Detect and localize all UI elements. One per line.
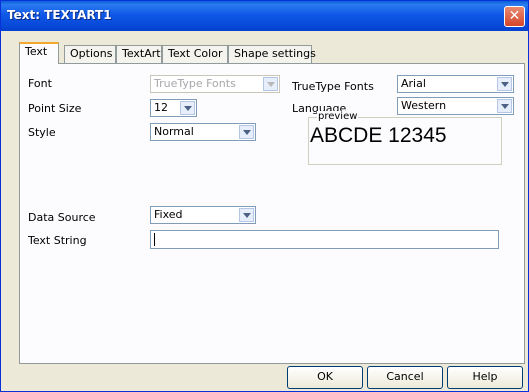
font-select-value: TrueType Fonts — [154, 77, 236, 90]
text-string-label: Text String — [28, 234, 87, 247]
truetype-font-select[interactable]: Arial — [397, 75, 514, 93]
language-select[interactable]: Western — [397, 97, 514, 115]
tab-shape-settings[interactable]: Shape settings — [228, 45, 316, 63]
cancel-button[interactable]: Cancel — [367, 366, 443, 389]
language-select-value: Western — [401, 99, 447, 112]
help-button[interactable]: Help — [447, 366, 523, 389]
text-string-input[interactable] — [150, 230, 499, 249]
point-size-select[interactable]: 12 — [150, 99, 197, 117]
preview-sample-text: ABCDE 12345 — [310, 124, 447, 147]
data-source-select-value: Fixed — [154, 208, 183, 221]
text-caret — [154, 233, 155, 246]
chevron-down-icon — [263, 77, 278, 91]
dialog-window: Text: TEXTART1 ✕ Text Options TextArt Te… — [0, 0, 529, 392]
point-size-select-value: 12 — [154, 101, 168, 114]
point-size-label: Point Size — [28, 102, 82, 115]
tab-textart[interactable]: TextArt — [116, 45, 162, 63]
data-source-label: Data Source — [28, 211, 96, 224]
tab-text[interactable]: Text — [19, 42, 59, 64]
truetype-fonts-label: TrueType Fonts — [292, 80, 374, 93]
tab-panel: Font TrueType Fonts TrueType Fonts Arial… — [19, 63, 525, 364]
chevron-down-icon[interactable] — [497, 77, 512, 91]
chevron-down-icon[interactable] — [180, 101, 195, 115]
preview-legend: preview — [317, 111, 359, 122]
tab-options[interactable]: Options — [64, 45, 116, 63]
data-source-select[interactable]: Fixed — [150, 206, 256, 224]
style-select[interactable]: Normal — [150, 123, 256, 141]
ok-button[interactable]: OK — [287, 366, 363, 389]
chevron-down-icon[interactable] — [239, 208, 254, 222]
chevron-down-icon[interactable] — [497, 99, 512, 113]
truetype-font-select-value: Arial — [401, 77, 426, 90]
close-button[interactable]: ✕ — [504, 6, 525, 27]
style-label: Style — [28, 126, 56, 139]
chevron-down-icon[interactable] — [239, 125, 254, 139]
font-label: Font — [28, 77, 52, 90]
style-select-value: Normal — [154, 125, 194, 138]
font-select: TrueType Fonts — [150, 75, 280, 93]
window-title: Text: TEXTART1 — [7, 8, 112, 22]
preview-group: preview ABCDE 12345 — [308, 111, 502, 165]
title-bar[interactable]: Text: TEXTART1 ✕ — [1, 1, 528, 31]
close-icon: ✕ — [508, 8, 521, 24]
tab-text-color[interactable]: Text Color — [162, 45, 228, 63]
